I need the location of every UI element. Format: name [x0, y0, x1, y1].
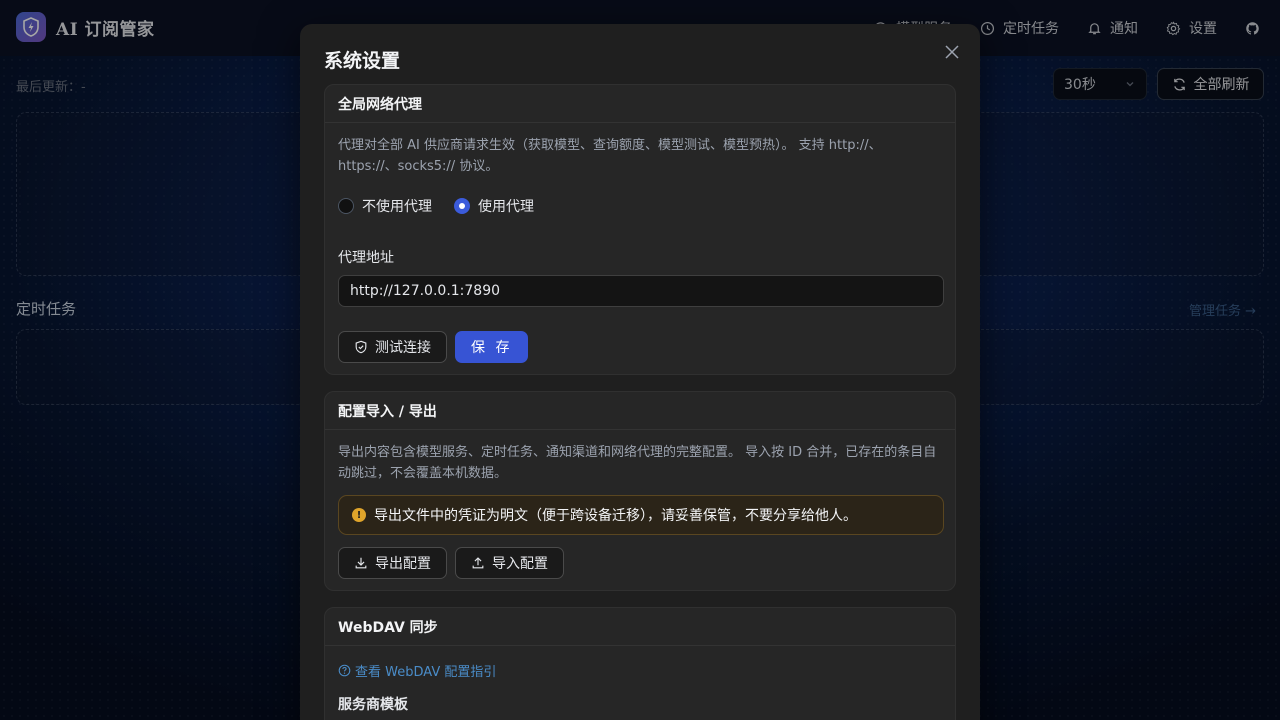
proxy-address-input[interactable]: http://127.0.0.1:7890	[338, 275, 944, 307]
config-card-title: 配置导入 / 导出	[325, 392, 955, 430]
warning-icon: !	[352, 508, 366, 522]
close-icon	[945, 45, 959, 59]
proxy-card: 全局网络代理 代理对全部 AI 供应商请求生效（获取模型、查询额度、模型测试、模…	[324, 84, 956, 375]
export-config-label: 导出配置	[375, 556, 431, 572]
close-button[interactable]	[940, 40, 964, 64]
upload-icon	[472, 557, 484, 569]
proxy-card-title: 全局网络代理	[325, 85, 955, 123]
config-actions: 导出配置 导入配置	[338, 547, 564, 579]
radio-indicator	[338, 198, 354, 214]
webdav-card-title: WebDAV 同步	[325, 608, 955, 646]
proxy-address-label: 代理地址	[338, 250, 394, 266]
shield-check-icon	[355, 340, 367, 354]
warning-text: 导出文件中的凭证为明文（便于跨设备迁移），请妥善保管，不要分享给他人。	[374, 508, 857, 524]
settings-modal: 系统设置 全局网络代理 代理对全部 AI 供应商请求生效（获取模型、查询额度、模…	[300, 24, 980, 720]
proxy-actions: 测试连接 保 存	[338, 331, 529, 363]
proxy-description: 代理对全部 AI 供应商请求生效（获取模型、查询额度、模型测试、模型预热）。 支…	[338, 138, 882, 174]
import-config-button[interactable]: 导入配置	[455, 547, 564, 579]
radio-label: 不使用代理	[362, 199, 432, 215]
download-icon	[355, 557, 367, 569]
webdav-guide-link[interactable]: 查看 WebDAV 配置指引	[338, 661, 496, 680]
radio-no-proxy[interactable]: 不使用代理	[338, 196, 432, 216]
import-config-label: 导入配置	[492, 556, 548, 572]
webdav-guide-label: 查看 WebDAV 配置指引	[355, 665, 497, 680]
provider-template-label: 服务商模板	[338, 697, 408, 713]
config-description: 导出内容包含模型服务、定时任务、通知渠道和网络代理的完整配置。 导入按 ID 合…	[338, 445, 937, 481]
modal-title: 系统设置	[324, 50, 401, 72]
credential-warning: ! 导出文件中的凭证为明文（便于跨设备迁移），请妥善保管，不要分享给他人。	[338, 495, 944, 535]
save-button[interactable]: 保 存	[455, 331, 529, 363]
test-connection-button[interactable]: 测试连接	[338, 331, 447, 363]
radio-label: 使用代理	[478, 199, 534, 215]
radio-indicator-selected	[454, 198, 470, 214]
test-connection-label: 测试连接	[375, 340, 431, 356]
export-config-button[interactable]: 导出配置	[338, 547, 447, 579]
proxy-mode-group: 不使用代理 使用代理	[338, 196, 534, 216]
radio-use-proxy[interactable]: 使用代理	[454, 196, 534, 216]
config-card: 配置导入 / 导出 导出内容包含模型服务、定时任务、通知渠道和网络代理的完整配置…	[324, 391, 956, 591]
help-circle-icon	[338, 664, 351, 677]
webdav-card: WebDAV 同步 查看 WebDAV 配置指引 服务商模板	[324, 607, 956, 720]
